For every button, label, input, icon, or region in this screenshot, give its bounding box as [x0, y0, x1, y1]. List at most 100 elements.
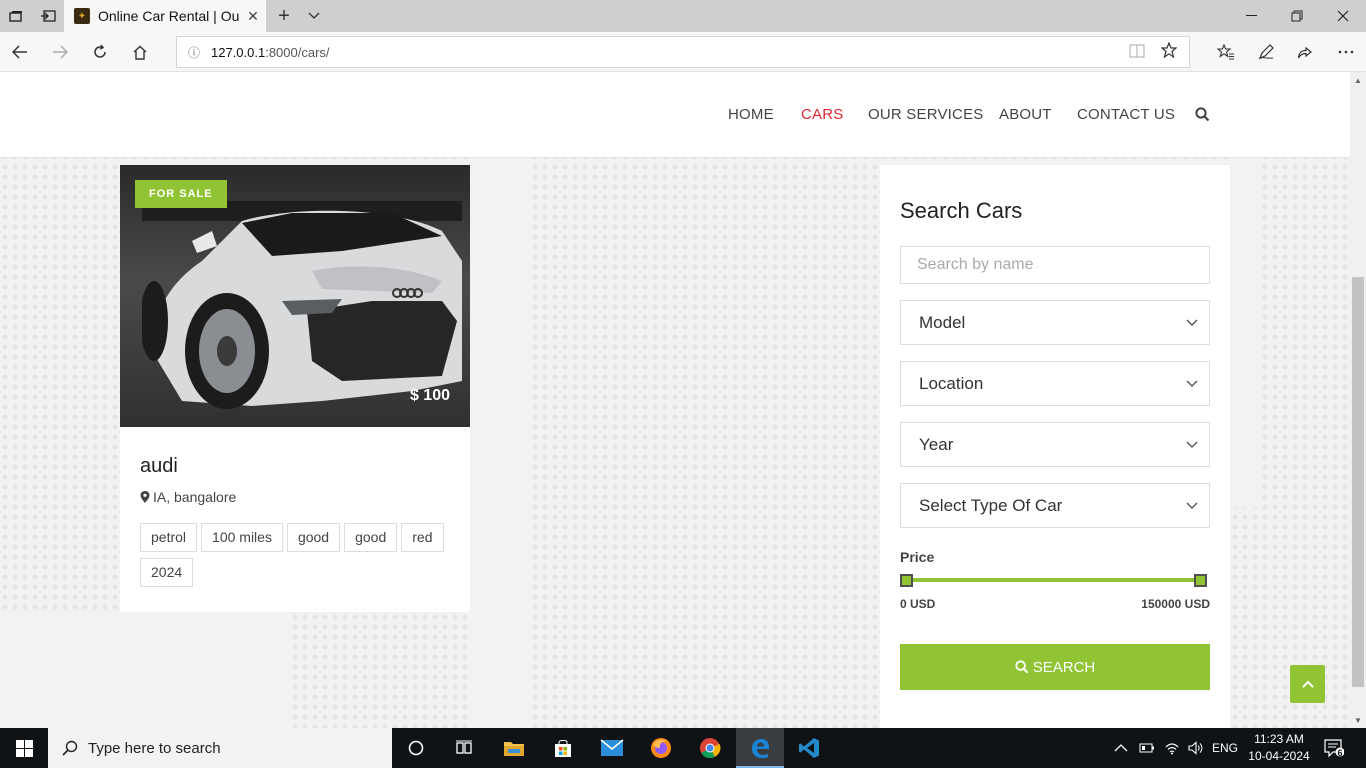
tab-sets-icon[interactable] — [0, 0, 32, 32]
car-title[interactable]: audi — [140, 455, 178, 478]
address-bar[interactable]: ⓘ 127.0.0.1:8000/cars/ — [176, 36, 1190, 68]
taskbar-clock[interactable]: 11:23 AM 10-04-2024 — [1244, 731, 1314, 765]
page-scrollbar[interactable]: ▲ ▼ — [1350, 72, 1366, 728]
nav-our-services[interactable]: OUR SERVICES — [868, 106, 984, 123]
car-image[interactable]: FOR SALE $ 100 — [120, 165, 470, 427]
reading-view-icon[interactable] — [1129, 44, 1145, 61]
tab-title: Online Car Rental | Our — [98, 8, 240, 24]
car-card[interactable]: FOR SALE $ 100 audi IA, bangalore petrol… — [120, 165, 470, 612]
nav-search-icon[interactable] — [1195, 107, 1210, 126]
year-select[interactable]: Year — [900, 422, 1210, 467]
page-viewport: HOME CARS OUR SERVICES ABOUT CONTACT US — [0, 72, 1350, 728]
refresh-icon[interactable] — [84, 36, 116, 68]
tag-color: red — [401, 523, 444, 552]
for-sale-badge: FOR SALE — [135, 180, 227, 208]
location-select-value: Location — [919, 373, 984, 393]
price-min-value: 0 USD — [900, 597, 936, 611]
map-marker-icon — [140, 491, 150, 503]
windows-logo-icon — [15, 739, 33, 757]
start-button[interactable] — [0, 728, 48, 768]
wifi-icon[interactable] — [1164, 728, 1180, 768]
edge-icon[interactable] — [736, 728, 784, 768]
web-note-pen-icon[interactable] — [1250, 36, 1282, 68]
battery-icon[interactable] — [1139, 728, 1155, 768]
site-header: HOME CARS OUR SERVICES ABOUT CONTACT US — [0, 72, 1350, 158]
site-info-icon[interactable]: ⓘ — [177, 44, 211, 61]
location-select[interactable]: Location — [900, 361, 1210, 406]
scroll-thumb[interactable] — [1352, 277, 1364, 687]
search-button-label: SEARCH — [1032, 658, 1096, 676]
nav-about[interactable]: ABOUT — [999, 106, 1052, 123]
mail-icon[interactable] — [588, 728, 636, 768]
tag-year: 2024 — [140, 558, 194, 587]
firefox-icon[interactable] — [637, 728, 685, 768]
tab-close-icon[interactable]: ✕ — [240, 8, 266, 25]
chevron-up-icon — [1301, 680, 1314, 688]
car-location-text: IA, bangalore — [153, 489, 237, 505]
tab-list-chevron-icon[interactable] — [302, 0, 326, 32]
model-select-value: Model — [919, 312, 966, 332]
search-panel-title: Search Cars — [900, 198, 1023, 223]
home-icon[interactable] — [124, 36, 156, 68]
site-favicon-icon: ✦ — [74, 8, 90, 24]
map-gap — [470, 158, 530, 728]
restore-button[interactable] — [1274, 0, 1320, 32]
volume-icon[interactable] — [1188, 728, 1204, 768]
task-view-icon[interactable] — [440, 728, 488, 768]
taskbar-search-placeholder: Type here to search — [88, 739, 221, 757]
price-range-track[interactable] — [907, 578, 1201, 582]
set-tabs-aside-icon[interactable] — [32, 0, 64, 32]
file-explorer-icon[interactable] — [490, 728, 538, 768]
car-illustration — [142, 201, 462, 409]
scroll-down-arrow-icon[interactable]: ▼ — [1350, 712, 1366, 728]
favorite-star-icon[interactable] — [1160, 40, 1178, 63]
chrome-icon[interactable] — [686, 728, 734, 768]
price-max-value: 150000 USD — [1141, 597, 1210, 611]
tag-condition: good — [286, 523, 341, 552]
minimize-button[interactable] — [1228, 0, 1274, 32]
back-arrow-icon[interactable] — [4, 36, 36, 68]
price-min-handle[interactable] — [900, 574, 913, 587]
new-tab-button[interactable]: + — [272, 0, 296, 32]
share-icon[interactable] — [1289, 36, 1321, 68]
more-options-icon[interactable] — [1330, 36, 1362, 68]
back-to-top-button[interactable] — [1290, 665, 1325, 703]
forward-arrow-icon[interactable] — [44, 36, 76, 68]
tag-fuel: petrol — [140, 523, 198, 552]
nav-contact-us[interactable]: CONTACT US — [1077, 106, 1175, 123]
taskbar-search-box[interactable]: Type here to search — [48, 728, 392, 768]
search-cars-panel: Search Cars Model Location Year Select T… — [880, 165, 1230, 728]
nav-cars[interactable]: CARS — [801, 106, 843, 123]
car-location: IA, bangalore — [140, 489, 236, 505]
tray-overflow-chevron-icon[interactable] — [1114, 728, 1128, 768]
price-max-handle[interactable] — [1194, 574, 1207, 587]
nav-home[interactable]: HOME — [728, 106, 774, 123]
windows-taskbar: Type here to search ENG 11:23 AM 10-04-2 — [0, 728, 1366, 768]
map-gap — [0, 612, 290, 728]
tag-mileage: 100 miles — [201, 523, 283, 552]
model-select[interactable]: Model — [900, 300, 1210, 345]
search-name-input[interactable] — [900, 246, 1210, 284]
chevron-down-icon — [1186, 380, 1198, 387]
favorites-hub-icon[interactable] — [1210, 36, 1242, 68]
clock-time: 11:23 AM — [1254, 732, 1304, 746]
url-host: 127.0.0.1 — [211, 44, 266, 60]
car-type-select[interactable]: Select Type Of Car — [900, 483, 1210, 528]
cortana-icon[interactable] — [392, 728, 440, 768]
scroll-up-arrow-icon[interactable]: ▲ — [1350, 72, 1366, 88]
language-indicator[interactable]: ENG — [1212, 728, 1238, 768]
browser-tab-active[interactable]: ✦ Online Car Rental | Our ✕ — [64, 0, 266, 32]
car-price: $ 100 — [409, 387, 450, 404]
price-label: Price — [900, 549, 935, 565]
action-center-icon[interactable]: 6 — [1324, 728, 1344, 768]
year-select-value: Year — [919, 434, 954, 454]
map-gap — [1230, 158, 1260, 508]
microsoft-store-icon[interactable] — [539, 728, 587, 768]
chevron-down-icon — [1186, 441, 1198, 448]
chevron-down-icon — [1186, 319, 1198, 326]
search-button[interactable]: SEARCH — [900, 644, 1210, 690]
vscode-icon[interactable] — [785, 728, 833, 768]
close-window-button[interactable] — [1320, 0, 1366, 32]
clock-date: 10-04-2024 — [1248, 749, 1310, 763]
search-icon — [1015, 660, 1029, 674]
